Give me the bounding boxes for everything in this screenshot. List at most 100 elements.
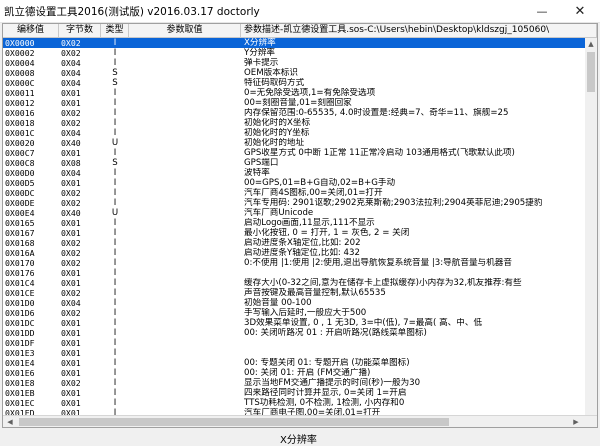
table-row[interactable]: 0X0002 0X02 I Y分辨率 (3, 48, 597, 58)
table-row[interactable]: 0X00DC 0X02 I 汽车厂商4S图标,00=关闭,01=打开 (3, 188, 597, 198)
cell-description (244, 268, 592, 278)
cell-bytes: 0X40 (61, 208, 81, 218)
cell-value (132, 318, 238, 328)
table-row[interactable]: 0X00D0 0X04 I 波特率 (3, 168, 597, 178)
table-row[interactable]: 0X016A 0X02 I 启动进度条Y轴定位,比如: 432 (3, 248, 597, 258)
table-row[interactable]: 0X0020 0X40 U 初始化时的地址 (3, 138, 597, 148)
column-header-bytes[interactable]: 字节数 (59, 24, 101, 37)
cell-value (132, 248, 238, 258)
cell-offset: 0X001C (5, 128, 35, 138)
cell-value (132, 218, 238, 228)
table-row[interactable]: 0X0170 0X02 I 0:不使用 |1:使用 |2:使用,退出导航恢复系统音量 … (3, 258, 597, 268)
table-row[interactable]: 0X0008 0X04 S OEM版本标识 (3, 68, 597, 78)
table-row[interactable]: 0X01DC 0X01 I 3D效果菜单设置, 0 , 1 无3D, 3=中(低), … (3, 318, 597, 328)
cell-bytes: 0X04 (61, 58, 81, 68)
table-row[interactable]: 0X00E4 0X40 U 汽车厂商Unicode (3, 208, 597, 218)
column-header-value[interactable]: 参数取值 (129, 24, 241, 37)
cell-value (132, 58, 238, 68)
cell-offset: 0X00D0 (5, 168, 35, 178)
close-button[interactable]: ✕ (560, 0, 600, 22)
table-row[interactable]: 0X0168 0X02 I 启动进度条X轴定位,比如: 202 (3, 238, 597, 248)
cell-type: I (113, 348, 117, 358)
table-row[interactable]: 0X01E8 0X02 I 显示当地FM交通广播提示的时间(秒)一般为30 (3, 378, 597, 388)
table-row[interactable]: 0X0000 0X02 I X分辨率 (3, 38, 597, 48)
table-row[interactable]: 0X000C 0X04 S 特征码取码方式 (3, 78, 597, 88)
scroll-left-icon[interactable]: ◀ (3, 416, 17, 427)
cell-value (132, 268, 238, 278)
cell-value (132, 158, 238, 168)
table-row[interactable]: 0X01E4 0X01 I 00: 专题关闭 01: 专题开启 (功能菜单图标) (3, 358, 597, 368)
cell-type: I (113, 358, 117, 368)
cell-value (132, 128, 238, 138)
table-row[interactable]: 0X01E6 0X01 I 00: 关闭 01: 开启 (FM交通广播) (3, 368, 597, 378)
cell-bytes: 0X01 (61, 218, 81, 228)
cell-type: I (113, 108, 117, 118)
table-row[interactable]: 0X00C8 0X08 S GPS端口 (3, 158, 597, 168)
cell-type: I (113, 58, 117, 68)
cell-bytes: 0X01 (61, 358, 81, 368)
cell-bytes: 0X02 (61, 258, 81, 268)
cell-offset: 0X01DF (5, 338, 35, 348)
cell-bytes: 0X01 (61, 338, 81, 348)
table-row[interactable]: 0X0018 0X02 I 初始化时的X坐标 (3, 118, 597, 128)
table-row[interactable]: 0X0167 0X01 I 最小化按钮, 0 = 打开, 1 = 灰色, 2 = 关闭 (3, 228, 597, 238)
table-row[interactable]: 0X00DE 0X02 I 汽车专用码: 2901讴歌;2902克莱斯勒;2903法拉… (3, 198, 597, 208)
horizontal-scroll-thumb[interactable] (19, 418, 449, 426)
parameter-table[interactable]: 编移值 字节数 类型 参数取值 参数描述-凯立德设置工具.sos-C:\User… (2, 23, 598, 428)
table-row[interactable]: 0X0016 0X02 I 内存保留范围:0-65535, 4.0时设置是:经典=7、… (3, 108, 597, 118)
scroll-right-icon[interactable]: ▶ (569, 416, 583, 427)
table-row[interactable]: 0X01D0 0X04 I 初始音量 00-100 (3, 298, 597, 308)
cell-offset: 0X01DD (5, 328, 35, 338)
scroll-up-icon[interactable]: ▲ (584, 38, 597, 50)
cell-value (132, 258, 238, 268)
table-row[interactable]: 0X01CE 0X02 I 声音按键及最高音量控制,默认65535 (3, 288, 597, 298)
cell-type: I (113, 48, 117, 58)
column-header-description[interactable]: 参数描述-凯立德设置工具.sos-C:\Users\hebin\Desktop\… (241, 24, 597, 37)
cell-offset: 0X00D5 (5, 178, 35, 188)
horizontal-scrollbar[interactable]: ◀ ▶ (3, 415, 597, 427)
cell-value (132, 198, 238, 208)
vertical-scrollbar[interactable]: ▲ (585, 38, 597, 415)
table-row[interactable]: 0X01C4 0X01 I 缓存大小(0-32之间,意为在储存卡上虚拟缓存)小内存为3… (3, 278, 597, 288)
cell-type: I (113, 258, 117, 268)
cell-description: 汽车厂商4S图标,00=关闭,01=打开 (244, 188, 383, 198)
cell-value (132, 298, 238, 308)
table-row[interactable]: 0X0165 0X01 I 启动Logo画面,11显示,111不显示 (3, 218, 597, 228)
cell-offset: 0X01E3 (5, 348, 35, 358)
table-row[interactable]: 0X01DD 0X01 I 00: 关闭听路况 01 : 开启听路况(路线菜单图标) (3, 328, 597, 338)
table-row[interactable]: 0X01EC 0X01 I TTS功耗检测, 0不检测, 1检测, 小内存和0 (3, 398, 597, 408)
cell-bytes: 0X02 (61, 238, 81, 248)
table-row[interactable]: 0X0012 0X01 I 00=刻圈音量,01=刻圈回家 (3, 98, 597, 108)
table-row[interactable]: 0X01EB 0X01 I 四来路径同时计算并显示, 0=关闭 1=开启 (3, 388, 597, 398)
cell-value (132, 398, 238, 408)
cell-description: 00: 关闭 01: 开启 (FM交通广播) (244, 368, 371, 378)
cell-type: I (113, 248, 117, 258)
table-row[interactable]: 0X0011 0X01 I 0=无免除受选项,1=有免除受选项 (3, 88, 597, 98)
table-row[interactable]: 0X0004 0X04 I 弹卡提示 (3, 58, 597, 68)
table-row[interactable]: 0X001C 0X04 I 初始化时的Y坐标 (3, 128, 597, 138)
table-row[interactable]: 0X01E3 0X01 I (3, 348, 597, 358)
cell-type: S (112, 78, 118, 88)
column-header-type[interactable]: 类型 (101, 24, 129, 37)
cell-type: I (113, 88, 117, 98)
cell-description: 缓存大小(0-32之间,意为在储存卡上虚拟缓存)小内存为32,机友推荐:有些 (244, 278, 522, 288)
table-row[interactable]: 0X00D5 0X01 I 00=GPS,01=B+G自动,02=B+G手动 (3, 178, 597, 188)
column-header-offset[interactable]: 编移值 (3, 24, 59, 37)
cell-bytes: 0X01 (61, 328, 81, 338)
table-row[interactable]: 0X01D6 0X02 I 手写输入后延时,一般应大于500 (3, 308, 597, 318)
cell-offset: 0X0000 (5, 38, 35, 48)
cell-description: 00: 专题关闭 01: 专题开启 (功能菜单图标) (244, 358, 410, 368)
table-row[interactable]: 0X0176 0X01 I (3, 268, 597, 278)
cell-value (132, 308, 238, 318)
cell-description: GPS端口 (244, 158, 279, 168)
cell-description: 最小化按钮, 0 = 打开, 1 = 灰色, 2 = 关闭 (244, 228, 410, 238)
minimize-button[interactable]: — (530, 0, 554, 22)
vertical-scroll-thumb[interactable] (587, 52, 595, 92)
cell-bytes: 0X04 (61, 78, 81, 88)
table-row[interactable]: 0X00C7 0X01 I GPS收星方式 0中断 1正常 11正常冷启动 103通用… (3, 148, 597, 158)
cell-offset: 0X01E8 (5, 378, 35, 388)
cell-offset: 0X0168 (5, 238, 35, 248)
cell-offset: 0X01DC (5, 318, 35, 328)
table-row[interactable]: 0X01DF 0X01 I (3, 338, 597, 348)
cell-description: X分辨率 (244, 38, 276, 48)
